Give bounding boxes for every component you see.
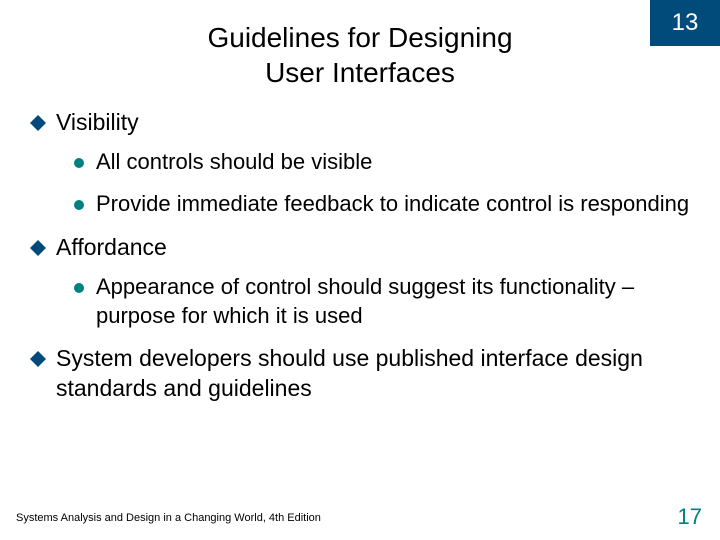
bullet-text: Affordance: [56, 233, 167, 263]
diamond-icon: [30, 240, 46, 256]
sub-bullets-affordance: Appearance of control should suggest its…: [74, 273, 690, 330]
sub-bullets-visibility: All controls should be visible Provide i…: [74, 148, 690, 219]
slide-title: Guidelines for Designing User Interfaces: [0, 0, 720, 90]
footer-source: Systems Analysis and Design in a Changin…: [16, 512, 321, 524]
bullet-visibility: Visibility: [30, 108, 690, 138]
sub-bullet-text: Appearance of control should suggest its…: [96, 273, 690, 330]
dot-icon: [74, 283, 84, 293]
chapter-badge: 13: [650, 0, 720, 46]
dot-icon: [74, 158, 84, 168]
sub-bullet: All controls should be visible: [74, 148, 690, 177]
sub-bullet: Provide immediate feedback to indicate c…: [74, 190, 690, 219]
bullet-standards: System developers should use published i…: [30, 344, 690, 404]
bullet-text: Visibility: [56, 108, 139, 138]
dot-icon: [74, 200, 84, 210]
title-line-2: User Interfaces: [265, 57, 455, 88]
bullet-text: System developers should use published i…: [56, 344, 690, 404]
title-line-1: Guidelines for Designing: [207, 22, 512, 53]
bullet-affordance: Affordance: [30, 233, 690, 263]
slide-content: Visibility All controls should be visibl…: [0, 90, 720, 404]
diamond-icon: [30, 115, 46, 131]
diamond-icon: [30, 351, 46, 367]
chapter-number: 13: [672, 9, 699, 37]
sub-bullet-text: Provide immediate feedback to indicate c…: [96, 190, 689, 219]
page-number: 17: [678, 504, 702, 530]
sub-bullet: Appearance of control should suggest its…: [74, 273, 690, 330]
sub-bullet-text: All controls should be visible: [96, 148, 372, 177]
